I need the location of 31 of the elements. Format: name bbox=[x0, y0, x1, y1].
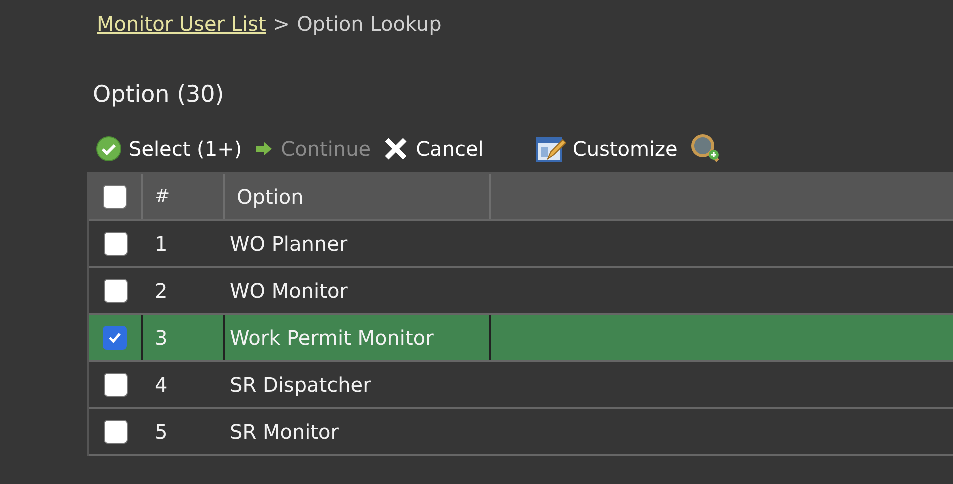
row-checkbox[interactable] bbox=[103, 326, 127, 350]
breadcrumb-link[interactable]: Monitor User List bbox=[97, 12, 266, 42]
form-pencil-icon bbox=[536, 135, 566, 163]
page-title: Option (30) bbox=[93, 82, 226, 110]
arrow-right-icon bbox=[254, 141, 274, 157]
customize-button[interactable]: Customize bbox=[534, 135, 680, 163]
table-cell: SR Dispatcher bbox=[230, 372, 372, 396]
table-cell: 2 bbox=[155, 278, 168, 302]
close-icon bbox=[383, 136, 410, 162]
table-cell: 4 bbox=[155, 372, 168, 396]
row-checkbox[interactable] bbox=[104, 278, 128, 302]
row-checkbox[interactable] bbox=[104, 232, 128, 256]
select-button[interactable]: Select (1+) bbox=[94, 136, 244, 162]
table-cell: WO Monitor bbox=[230, 278, 348, 302]
row-checkbox[interactable] bbox=[104, 372, 128, 396]
table-cell: 5 bbox=[155, 420, 168, 444]
check-circle-icon bbox=[96, 136, 122, 162]
table-cell: SR Monitor bbox=[230, 420, 339, 444]
column-header[interactable]: # bbox=[143, 174, 225, 219]
breadcrumb-separator: > bbox=[273, 12, 290, 38]
table-cell: Work Permit Monitor bbox=[230, 326, 434, 350]
table-row[interactable]: 3 Work Permit Monitor bbox=[89, 315, 953, 362]
breadcrumb-current: Option Lookup bbox=[297, 12, 442, 38]
row-checkbox[interactable] bbox=[104, 420, 128, 444]
table-cell: 1 bbox=[155, 232, 168, 256]
select-all-checkbox[interactable] bbox=[103, 184, 127, 208]
magnifier-plus-icon bbox=[690, 133, 722, 165]
table-cell: WO Planner bbox=[230, 232, 348, 256]
cancel-button[interactable]: Cancel bbox=[381, 136, 486, 162]
column-header[interactable]: Option bbox=[225, 174, 491, 219]
table-cell: 3 bbox=[155, 326, 168, 350]
